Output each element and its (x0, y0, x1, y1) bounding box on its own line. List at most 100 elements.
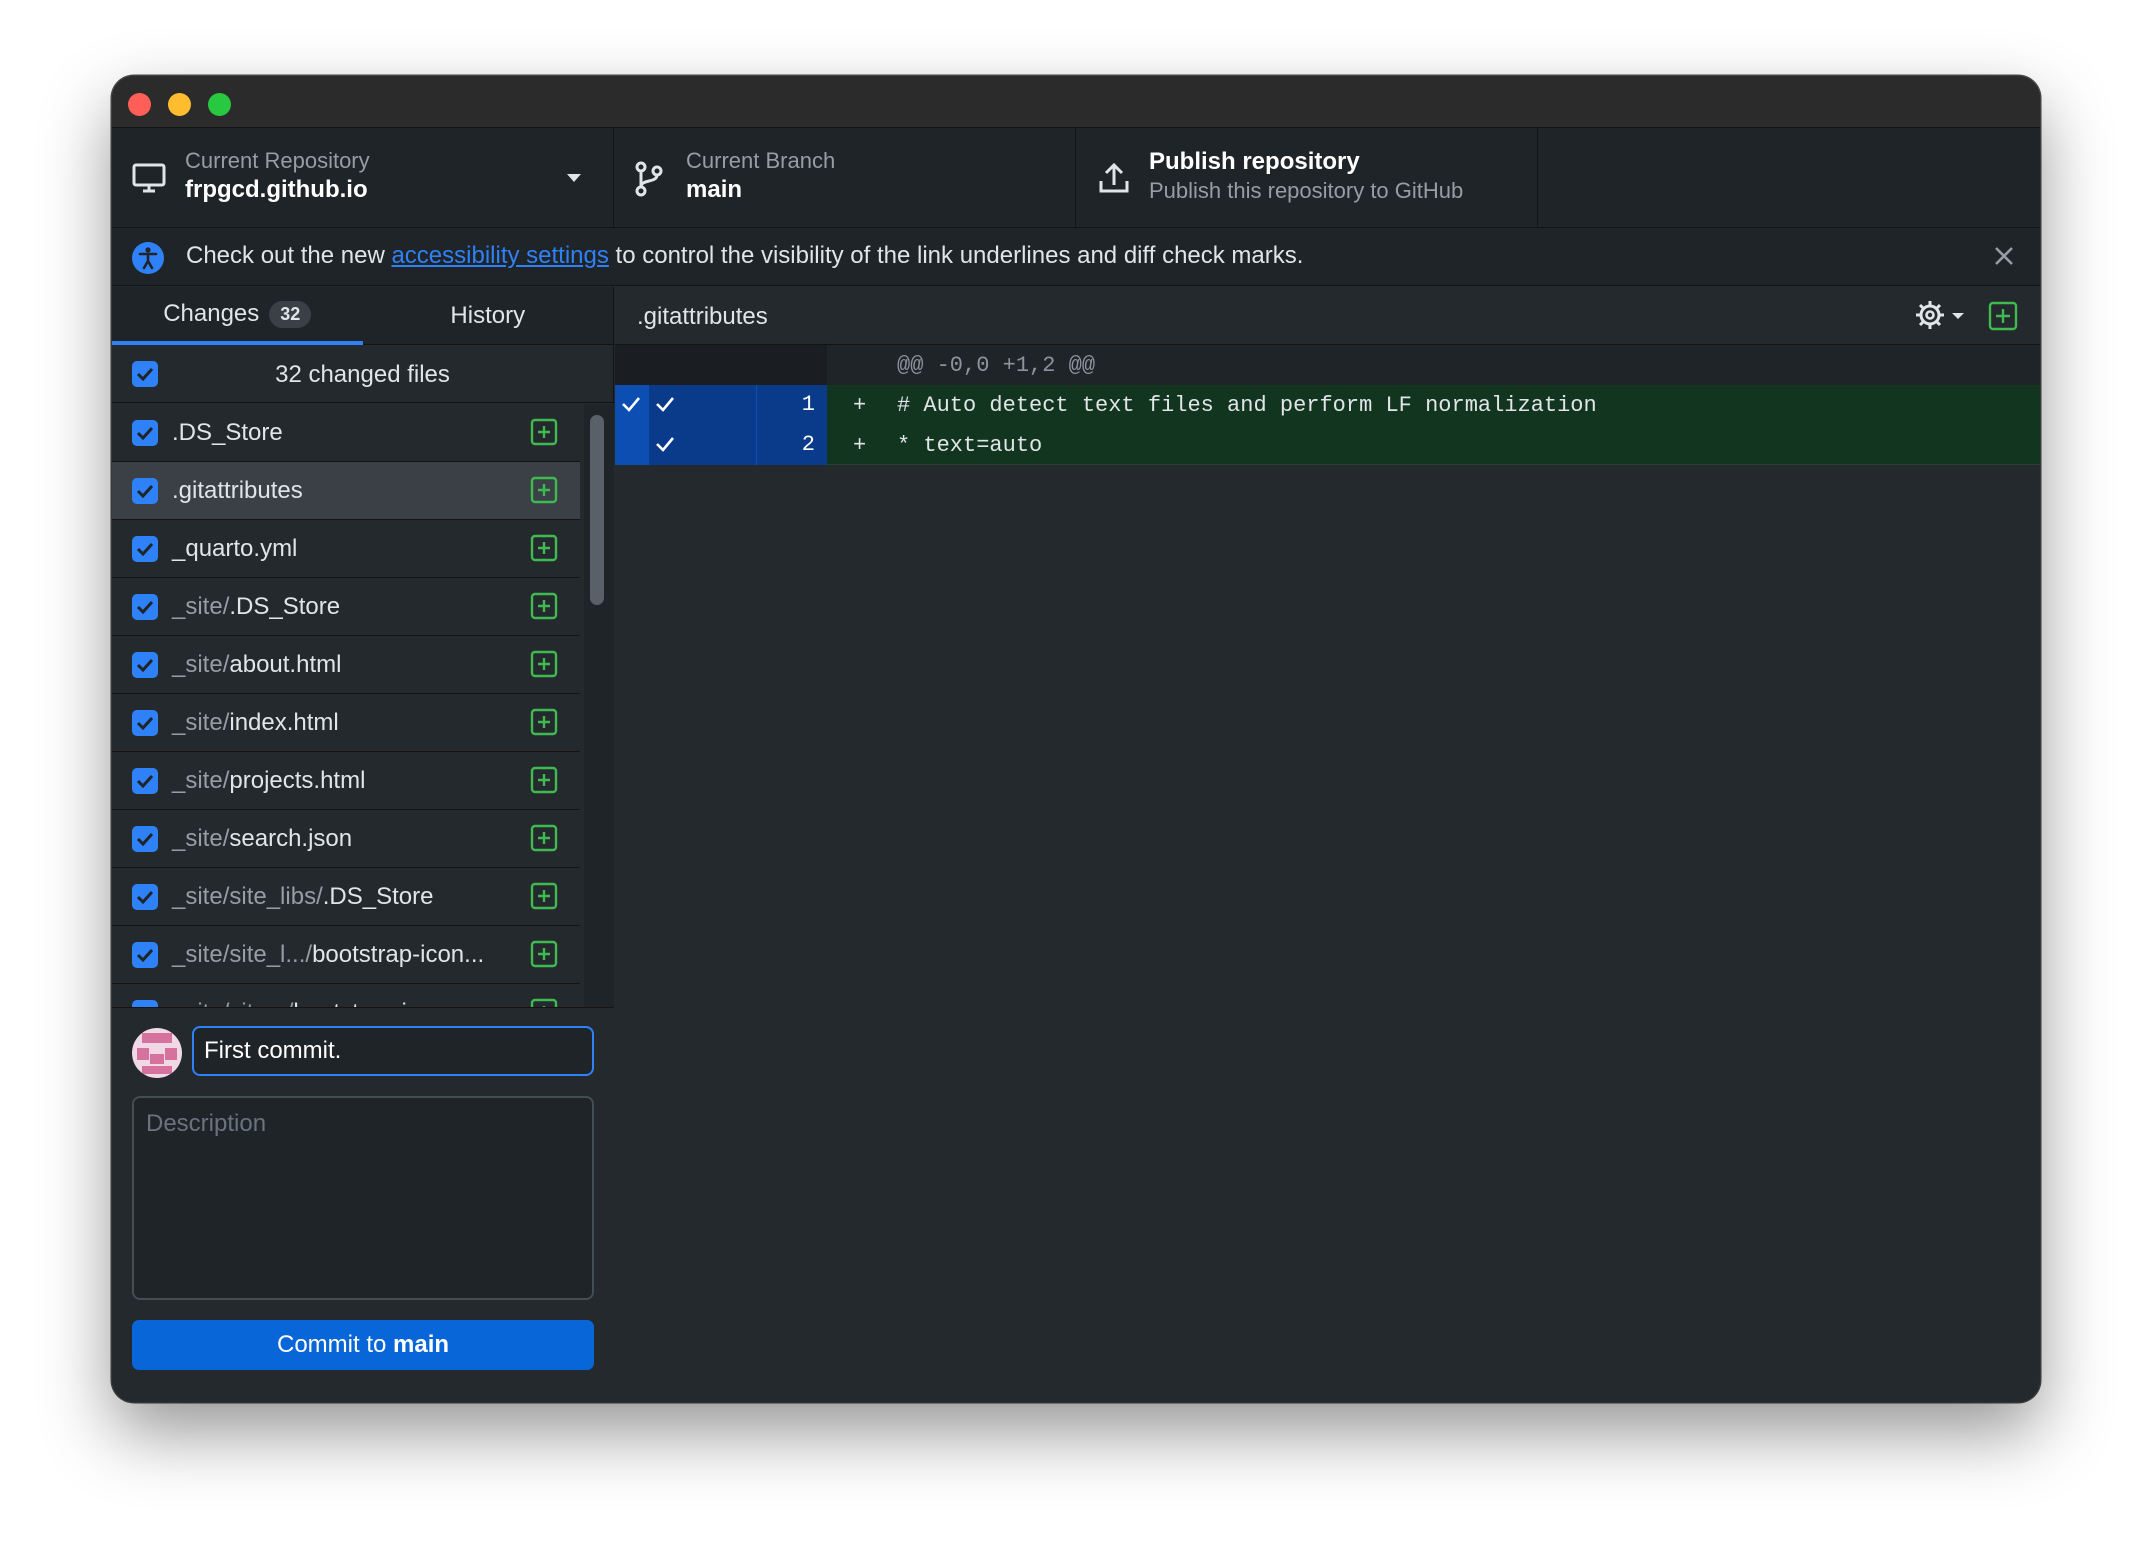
file-row[interactable]: .DS_Store (112, 404, 580, 462)
file-name: search.json (229, 825, 353, 852)
file-checkbox[interactable] (132, 478, 158, 504)
checkmark-icon (656, 397, 674, 412)
banner-text-before: Check out the new (186, 242, 392, 269)
branch-label: Current Branch (686, 148, 836, 173)
tab-history-label: History (450, 302, 526, 329)
file-added-icon (530, 766, 558, 794)
file-row[interactable]: _site/site.../bootstrap-icons... (112, 984, 580, 1007)
file-checkbox[interactable] (132, 826, 158, 852)
line-number: 1 (757, 385, 827, 425)
maximize-window-button[interactable] (208, 93, 231, 116)
file-dir: _site/ (172, 651, 230, 678)
file-checkbox[interactable] (132, 652, 158, 678)
close-window-button[interactable] (128, 93, 151, 116)
diff-line-added[interactable]: 1 + # Auto detect text files and perform… (615, 385, 2040, 425)
checkmark-icon (136, 774, 154, 788)
file-row[interactable]: _site/index.html (112, 694, 580, 752)
file-added-icon (530, 592, 558, 620)
gear-icon[interactable] (1914, 299, 1966, 333)
diff-filename: .gitattributes (637, 303, 768, 330)
file-row[interactable]: _site/about.html (112, 636, 580, 694)
file-added-icon (530, 998, 558, 1007)
sidebar: Changes 32 History 32 changed files .DS_… (112, 287, 614, 1402)
file-name: _quarto.yml (172, 535, 298, 562)
file-checkbox[interactable] (132, 1000, 158, 1007)
minimize-window-button[interactable] (168, 93, 191, 116)
checkmark-icon (136, 484, 154, 498)
file-added-icon (530, 882, 558, 910)
file-name: .DS_Store (229, 593, 341, 620)
file-dir: _site/ (172, 709, 230, 736)
file-added-icon (530, 650, 558, 678)
file-name: bootstrap-icon... (312, 941, 485, 968)
changes-count-badge: 32 (269, 300, 312, 328)
file-path: _site/projects.html (172, 767, 365, 795)
tab-changes[interactable]: Changes 32 (112, 287, 363, 345)
file-path: _site/.DS_Store (172, 593, 340, 621)
file-path: _site/index.html (172, 709, 339, 737)
file-row[interactable]: _site/site_libs/.DS_Store (112, 868, 580, 926)
file-checkbox[interactable] (132, 884, 158, 910)
current-branch-button[interactable]: Current Branch main (614, 128, 1076, 227)
chevron-down-icon (567, 174, 581, 182)
publish-title: Publish repository (1149, 148, 1360, 175)
file-row[interactable]: _site/projects.html (112, 752, 580, 810)
checkmark-icon (136, 600, 154, 614)
line-select-toggle[interactable] (649, 385, 757, 425)
avatar (132, 1028, 182, 1078)
commit-button-prefix: Commit to (276, 1331, 393, 1358)
current-repository-button[interactable]: Current Repository frpgcd.github.io (112, 128, 614, 227)
file-name: .gitattributes (172, 477, 303, 504)
sidebar-tabs: Changes 32 History (112, 287, 613, 345)
file-checkbox[interactable] (132, 536, 158, 562)
file-name: bootstrap-icons... (293, 999, 477, 1007)
commit-summary-input[interactable] (192, 1026, 594, 1076)
file-row[interactable]: _quarto.yml (112, 520, 580, 578)
commit-description-input[interactable] (132, 1096, 594, 1300)
file-added-icon (530, 418, 558, 446)
file-dir: _site/site_libs/ (172, 883, 323, 910)
file-checkbox[interactable] (132, 594, 158, 620)
git-branch-icon (635, 161, 663, 197)
file-name: .DS_Store (322, 883, 434, 910)
checkmark-icon (136, 890, 154, 904)
commit-button[interactable]: Commit to main (132, 1320, 594, 1370)
publish-repository-button[interactable]: Publish repository Publish this reposito… (1076, 128, 1538, 227)
repository-label: Current Repository (185, 148, 370, 173)
file-dir: _site/site.../ (172, 999, 293, 1007)
checkmark-icon (136, 832, 154, 846)
line-number: 2 (757, 425, 827, 465)
file-checkbox[interactable] (132, 768, 158, 794)
file-added-icon (530, 940, 558, 968)
file-checkbox[interactable] (132, 420, 158, 446)
branch-name: main (686, 176, 743, 203)
file-added-icon (530, 534, 558, 562)
hunk-header: @@ -0,0 +1,2 @@ (897, 353, 1096, 378)
file-row[interactable]: _site/search.json (112, 810, 580, 868)
diff-line-added[interactable]: 2 + * text=auto (615, 425, 2040, 465)
file-row[interactable]: .gitattributes (112, 462, 580, 520)
line-select-toggle[interactable] (649, 425, 757, 465)
accessibility-settings-link[interactable]: accessibility settings (391, 242, 608, 269)
banner-message: Check out the new accessibility settings… (186, 242, 1303, 270)
changed-files-count: 32 changed files (275, 361, 450, 388)
file-path: _site/site.../bootstrap-icons... (172, 999, 477, 1007)
file-dir: _site/ (172, 593, 230, 620)
hunk-select-toggle[interactable] (615, 425, 649, 465)
toolbar: Current Repository frpgcd.github.io Curr… (112, 128, 2040, 228)
repository-name: frpgcd.github.io (185, 176, 368, 203)
file-checkbox[interactable] (132, 710, 158, 736)
file-path: _site/about.html (172, 651, 341, 679)
file-list-scroll-thumb[interactable] (590, 415, 604, 605)
tab-history[interactable]: History (363, 287, 614, 345)
desktop-icon (132, 163, 166, 193)
file-added-icon (530, 824, 558, 852)
hunk-select-toggle[interactable] (615, 385, 649, 425)
file-row[interactable]: _site/.DS_Store (112, 578, 580, 636)
close-icon[interactable] (1992, 244, 2016, 268)
diff-content: @@ -0,0 +1,2 @@ 1 + # Auto detect text f… (615, 345, 2040, 465)
file-path: _site/site_l.../bootstrap-icon... (172, 941, 484, 969)
file-row[interactable]: _site/site_l.../bootstrap-icon... (112, 926, 580, 984)
changed-files-list: .DS_Store .gitattributes _quarto.yml _si… (112, 404, 614, 1007)
file-checkbox[interactable] (132, 942, 158, 968)
